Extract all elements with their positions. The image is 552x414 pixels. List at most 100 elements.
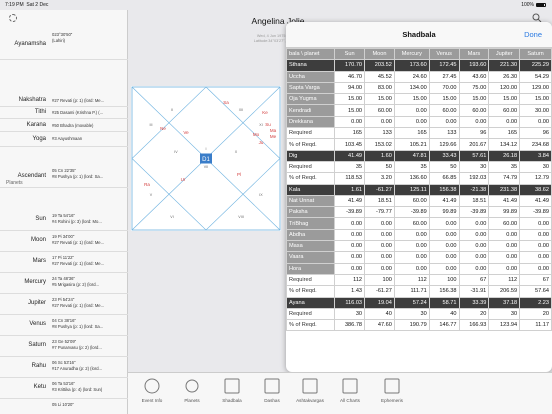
- info-row[interactable]: Ayanamsha 023°30'50" (Lahiri): [0, 30, 128, 60]
- table-cell: 30: [334, 307, 366, 321]
- planet-row[interactable]: Jupiter 23 Pi 54'24" #27 Revati (p: 1) (lo…: [0, 294, 128, 315]
- table-cell: 136.60: [393, 172, 430, 185]
- tab-label: Event Info: [141, 398, 163, 403]
- chart-house-number: XI: [259, 123, 262, 127]
- table-cell: 206.59: [488, 285, 521, 298]
- table-row: Nat Unnat 41.49 18.51 60.00 41.49 18.51 41.49 4…: [286, 194, 552, 208]
- table-row: Required 112 100 112 100 67 112 67: [286, 273, 552, 287]
- battery-icon: [536, 2, 546, 7]
- table-cell: 0.00: [519, 217, 552, 230]
- table-cell: 0.00: [393, 115, 430, 129]
- planet-position: 06 Sc 53'16" #17 Anuradha (p: 2) (lord...: [52, 360, 103, 371]
- table-cell: -31.91: [458, 285, 490, 298]
- table-cell: 386.78: [334, 319, 366, 332]
- table-cell: 0.00: [519, 262, 552, 275]
- popover-title: Shadbala: [402, 30, 436, 39]
- table-cell: 0.00: [458, 115, 490, 129]
- table-cell: 40: [428, 307, 460, 321]
- table-cell: 201.67: [458, 138, 490, 151]
- table-cell: 45.52: [364, 70, 395, 83]
- table-cell: 50: [364, 160, 395, 174]
- table-row: Uccha 46.70 45.52 24.60 27.45 43.60 26.30 54.29: [286, 70, 552, 83]
- table-cell: 54.29: [519, 70, 552, 83]
- column-header: Mars: [458, 47, 490, 61]
- info-value: #50 Bhadra (movable): [52, 123, 94, 128]
- table-cell: 0.00: [364, 251, 395, 264]
- done-button[interactable]: Done: [524, 30, 542, 39]
- table-cell: 46.70: [334, 70, 366, 83]
- tab-shadbala[interactable]: Shadbala: [212, 376, 252, 403]
- table-cell: 0.00: [519, 115, 552, 129]
- table-cell: 0.00: [364, 217, 395, 230]
- chart-house-number: IX: [259, 193, 263, 197]
- table-cell: 0.00: [393, 251, 430, 264]
- table-cell: 192.03: [458, 172, 490, 185]
- row-label: Dig: [286, 149, 336, 162]
- planet-row[interactable]: Ketu 06 Ta 53'16" #3 Krittika (p: 4) (lord…: [0, 378, 128, 399]
- row-label: Vaara: [286, 251, 336, 264]
- table-cell: 15.00: [488, 93, 521, 106]
- row-label: Masa: [286, 240, 336, 253]
- status-right: 100%: [521, 2, 546, 8]
- planet-row[interactable]: 05 Li 10'20": [0, 399, 128, 414]
- planet-position: 05 Li 10'20": [52, 402, 74, 407]
- info-row[interactable]: Karana #50 Bhadra (movable): [0, 120, 128, 132]
- table-row: Hora 0.00 0.00 0.00 0.00 0.00 0.00 0.00: [286, 262, 552, 275]
- table-cell: 30: [393, 307, 430, 321]
- info-row[interactable]: Nakshatra #27 Revati (p: 1) (lord: Me...: [0, 95, 128, 107]
- table-row: Sapta Varga 94.00 83.00 134.00 70.00 75.00 120…: [286, 81, 552, 95]
- planet-position: 23 Ge 52'09" #7 Punarvasu (p: 2) (lord...: [52, 339, 102, 350]
- table-row: Ayana 116.03 19.04 57.24 58.71 33.39 37.18 2.23: [286, 296, 552, 309]
- info-row[interactable]: Yoga #3 Aayushmaan: [0, 133, 128, 147]
- tab-all-charts[interactable]: All Charts: [330, 376, 370, 403]
- chart-planet-label: Pl: [237, 172, 241, 177]
- table-row: TriBhag 0.00 0.00 60.00 0.00 0.00 60.00 0.00: [286, 217, 552, 230]
- table-cell: 57.61: [458, 149, 490, 162]
- tab-event-info[interactable]: Event Info: [132, 376, 172, 403]
- birth-chart[interactable]: D1 Sa Ve Ra Ur Pl Ke Me Su Ju Ma Mo Ne I II III IV V VI VII…: [131, 86, 281, 231]
- planet-row[interactable]: Venus 04 Cn 38'16" #8 Pushya (p: 1) (lord:…: [0, 315, 128, 336]
- planet-row[interactable]: Moon 19 Pi 34'00" #27 Revati (p: 1) (lord:…: [0, 231, 128, 252]
- chart-planet-label: Mo: [253, 132, 260, 137]
- info-value: #3 Aayushmaan: [52, 136, 83, 141]
- table-cell: 30: [458, 160, 490, 174]
- table-cell: 123.94: [488, 319, 521, 332]
- row-label: Required: [286, 307, 336, 321]
- table-cell: 203.52: [364, 59, 395, 72]
- table-cell: 118.53: [334, 172, 366, 185]
- planet-position: 23 Pi 54'24" #27 Revati (p: 1) (lord: Me.…: [52, 297, 105, 308]
- table-cell: 0.00: [488, 228, 521, 242]
- settings-gear-icon[interactable]: [9, 14, 17, 22]
- planet-row[interactable]: Rahu 06 Sc 53'16" #17 Anuradha (p: 2) (lor…: [0, 357, 128, 378]
- table-cell: 66.85: [428, 172, 460, 185]
- planet-row[interactable]: Mercury 24 Ta 48'36" #5 Mrigasira (p: 2) (…: [0, 273, 128, 294]
- table-cell: 129.00: [519, 81, 552, 95]
- table-cell: 0.00: [458, 262, 490, 275]
- planet-row[interactable]: Mars 17 Pi 11'22" #27 Revati (p: 1) (lord:…: [0, 252, 128, 273]
- info-label: Ayanamsha: [14, 41, 46, 47]
- tab-dashas[interactable]: Dashas: [252, 376, 292, 403]
- info-row[interactable]: Tithi #25 Dasami (Krishna P.) (...: [0, 107, 128, 119]
- row-label: Required: [286, 273, 336, 287]
- planet-position: 06 Ta 53'16" #3 Krittika (p: 4) (lord: Su…: [52, 381, 103, 392]
- table-cell: 112: [334, 273, 366, 287]
- table-cell: 35: [488, 160, 521, 174]
- tab-label: Ashtakvargas: [296, 398, 324, 403]
- chart-house-number: VIII: [238, 215, 243, 219]
- planet-row[interactable]: Saturn 23 Ge 52'09" #7 Punarvasu (p: 2) (l…: [0, 336, 128, 357]
- table-row: % of Reqd. 386.78 47.60 190.79 146.77 166.93 1…: [286, 319, 552, 332]
- planet-row[interactable]: Sun 19 Ta 54'16" #4 Rohini (p: 3) (lord: M…: [0, 210, 128, 231]
- table-cell: 134.12: [488, 138, 521, 151]
- table-cell: 24.60: [393, 70, 430, 83]
- table-row: Sthana 170.70 203.52 173.60 172.45 193.60 221.…: [286, 59, 552, 72]
- table-row: Required 165 133 165 133 96 165 96: [286, 127, 552, 140]
- tab-ephemeris[interactable]: Ephemeris: [372, 376, 412, 403]
- row-label: Kendradi: [286, 104, 336, 117]
- tab-ashtakvargas[interactable]: Ashtakvargas: [290, 376, 330, 403]
- chart-planet-label: Ra: [144, 182, 150, 187]
- table-row: Abdha 0.00 0.00 0.00 0.00 0.00 0.00 0.00: [286, 228, 552, 242]
- planet-name: Mars: [32, 258, 46, 264]
- table-cell: 0.00: [334, 251, 366, 264]
- table-cell: 0.00: [393, 228, 430, 242]
- tab-planets[interactable]: Planets: [172, 376, 212, 403]
